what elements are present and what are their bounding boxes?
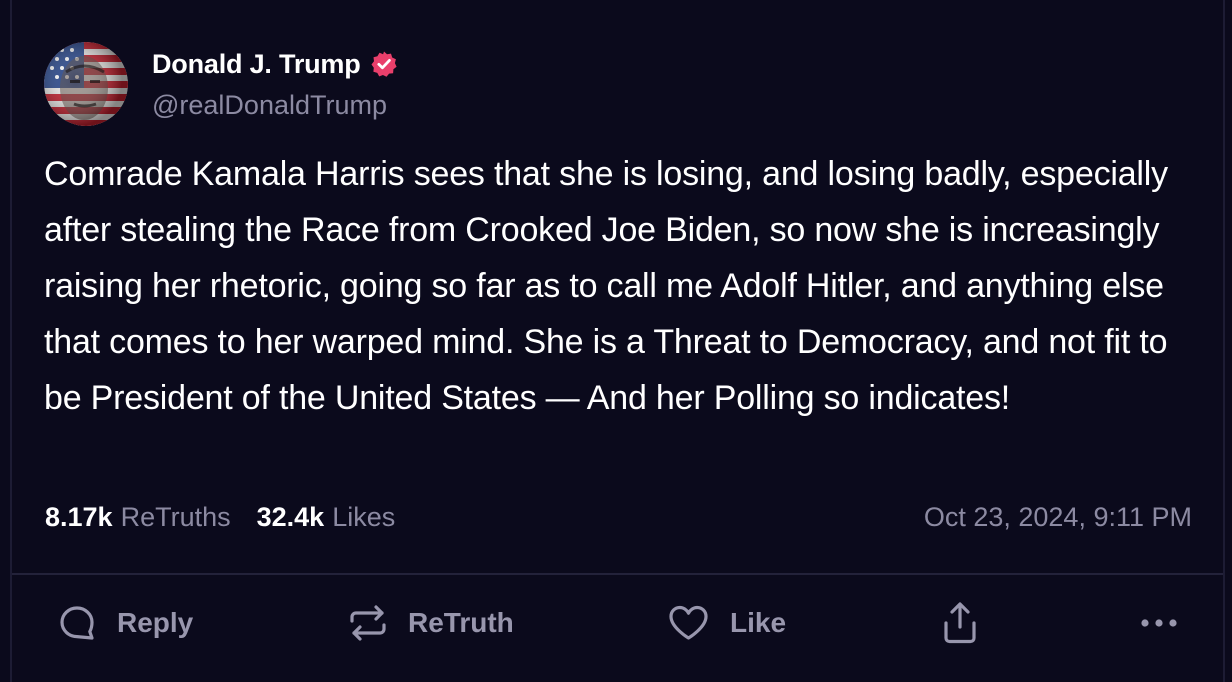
post-stats: 8.17k ReTruths 32.4k Likes bbox=[45, 502, 395, 533]
reply-icon bbox=[60, 606, 94, 640]
post-timestamp[interactable]: Oct 23, 2024, 9:11 PM bbox=[924, 502, 1192, 533]
likes-count[interactable]: 32.4k bbox=[257, 502, 325, 533]
author-name-row[interactable]: Donald J. Trump bbox=[152, 47, 398, 81]
like-label: Like bbox=[730, 607, 787, 638]
heart-icon bbox=[669, 605, 708, 640]
reply-label: Reply bbox=[117, 607, 194, 638]
more-icon bbox=[1141, 619, 1177, 627]
like-button[interactable]: Like bbox=[667, 598, 786, 648]
retruths-label[interactable]: ReTruths bbox=[121, 502, 231, 533]
retruth-button[interactable]: ReTruth bbox=[347, 598, 514, 648]
verified-badge-icon bbox=[371, 51, 397, 77]
retruth-icon bbox=[350, 605, 386, 641]
reply-button[interactable]: Reply bbox=[57, 598, 193, 648]
action-divider bbox=[12, 573, 1223, 575]
post-text: Comrade Kamala Harris sees that she is l… bbox=[44, 155, 1168, 417]
share-icon bbox=[944, 602, 976, 644]
share-button[interactable] bbox=[940, 598, 980, 648]
avatar[interactable] bbox=[44, 42, 128, 126]
more-button[interactable] bbox=[1140, 598, 1180, 648]
card-border-right bbox=[1223, 0, 1225, 682]
card-border-left bbox=[10, 0, 12, 682]
author-display-name[interactable]: Donald J. Trump bbox=[152, 49, 361, 80]
retruths-count[interactable]: 8.17k bbox=[45, 502, 113, 533]
likes-label[interactable]: Likes bbox=[332, 502, 395, 533]
author-handle[interactable]: @realDonaldTrump bbox=[152, 90, 387, 121]
retruth-label: ReTruth bbox=[408, 607, 514, 638]
